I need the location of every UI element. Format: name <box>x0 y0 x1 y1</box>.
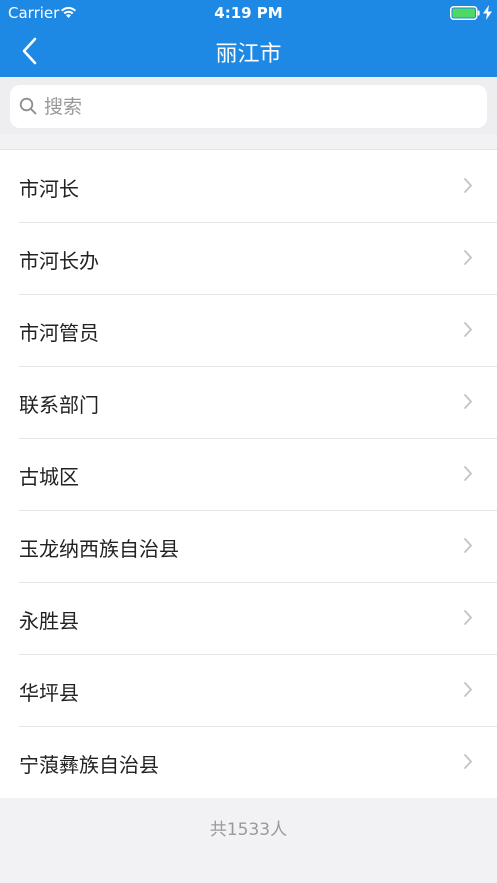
search-icon <box>19 97 37 115</box>
chevron-right-icon <box>464 250 472 265</box>
list-item-label: 市河长办 <box>19 249 99 273</box>
search-box[interactable] <box>10 85 487 128</box>
list-item-label: 市河长 <box>19 177 79 201</box>
clock-label: 4:19 PM <box>214 4 283 22</box>
chevron-right-icon <box>464 178 472 193</box>
list-item-label: 联系部门 <box>19 393 99 417</box>
list-item-label: 古城区 <box>19 465 79 489</box>
chevron-right-icon <box>464 466 472 481</box>
region-list: 市河长 市河长办 市河管员 联系部门 古城区 玉龙纳西族自治县 永胜县 华坪县 … <box>0 149 497 798</box>
search-bar <box>0 77 497 134</box>
member-count: 共1533人 <box>209 820 288 840</box>
header-bar: Carrier 4:19 PM 丽江市 <box>0 0 497 77</box>
chevron-right-icon <box>464 682 472 697</box>
chevron-right-icon <box>464 394 472 409</box>
list-item[interactable]: 华坪县 <box>0 654 497 726</box>
battery-icon <box>450 6 480 20</box>
list-item-label: 永胜县 <box>19 609 79 633</box>
chevron-right-icon <box>464 538 472 553</box>
list-item[interactable]: 联系部门 <box>0 366 497 438</box>
list-item[interactable]: 永胜县 <box>0 582 497 654</box>
list-item-label: 宁蒗彝族自治县 <box>19 753 159 777</box>
chevron-right-icon <box>464 610 472 625</box>
page-title: 丽江市 <box>215 42 282 67</box>
list-item[interactable]: 玉龙纳西族自治县 <box>0 510 497 582</box>
list-item[interactable]: 宁蒗彝族自治县 <box>0 726 497 798</box>
list-item[interactable]: 古城区 <box>0 438 497 510</box>
status-bar: Carrier 4:19 PM <box>0 0 497 26</box>
list-item[interactable]: 市河长办 <box>0 222 497 294</box>
list-item-label: 华坪县 <box>19 681 79 705</box>
list-item-label: 市河管员 <box>19 321 99 345</box>
charging-bolt-icon <box>483 5 492 20</box>
list-item[interactable]: 市河管员 <box>0 294 497 366</box>
list-item-label: 玉龙纳西族自治县 <box>19 537 179 561</box>
chevron-right-icon <box>464 754 472 769</box>
list-item[interactable]: 市河长 <box>0 150 497 222</box>
chevron-right-icon <box>464 322 472 337</box>
search-input[interactable] <box>44 91 474 122</box>
